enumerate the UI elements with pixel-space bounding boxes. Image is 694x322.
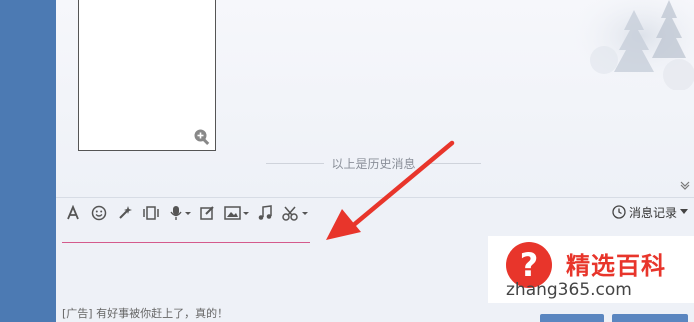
message-history-label: 消息记录: [628, 205, 677, 220]
dropdown-arrow-icon: [680, 209, 688, 214]
divider-line: [266, 162, 324, 164]
send-button[interactable]: [612, 314, 688, 322]
image-icon[interactable]: [224, 202, 250, 224]
ad-text[interactable]: [广告] 有好事被你赶上了，真的！: [62, 305, 228, 321]
clock-icon: [612, 205, 626, 219]
message-history-button[interactable]: 消息记录: [612, 202, 688, 222]
watermark-logo: ? 精选百科 zhang365.com: [488, 236, 694, 303]
screenshot-scissors-icon[interactable]: [282, 202, 310, 224]
watermark-title: 精选百科: [566, 252, 666, 280]
zoom-in-icon[interactable]: [193, 128, 211, 146]
font-icon[interactable]: [64, 202, 82, 224]
left-sidebar: [0, 0, 56, 322]
magic-wand-icon[interactable]: [116, 202, 134, 224]
input-underline: [62, 242, 310, 243]
music-icon[interactable]: [256, 202, 274, 224]
chat-history-panel: 以上是历史消息: [56, 0, 694, 197]
screen-shake-icon[interactable]: [142, 202, 160, 224]
watermark-url: zhang365.com: [506, 280, 632, 300]
scroll-down-icon[interactable]: [680, 180, 690, 190]
snow-tree-decoration: [564, 0, 694, 90]
history-divider: 以上是历史消息: [266, 155, 482, 171]
smiley-icon[interactable]: [90, 202, 108, 224]
edit-icon[interactable]: [198, 202, 216, 224]
input-toolbar: 消息记录: [56, 197, 694, 227]
divider-line: [423, 162, 482, 164]
history-divider-label: 以上是历史消息: [331, 156, 416, 171]
image-thumbnail[interactable]: [78, 0, 216, 151]
close-button[interactable]: [540, 314, 604, 322]
voice-icon[interactable]: [168, 202, 192, 224]
